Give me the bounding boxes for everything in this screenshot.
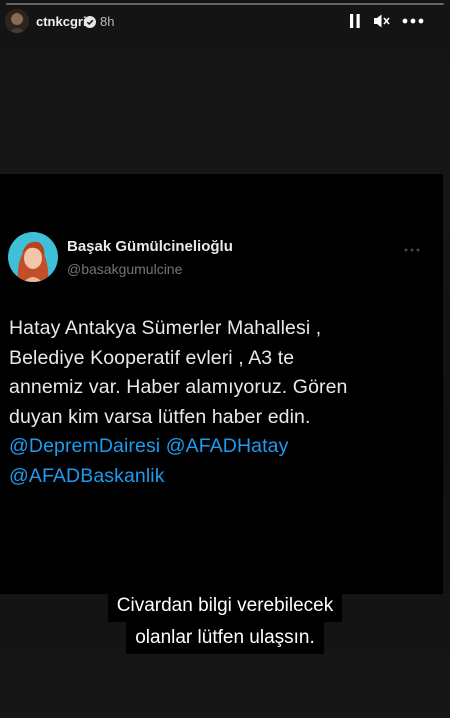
tweet-author-avatar [8,232,58,282]
verified-badge-icon [84,15,96,28]
story-caption: Civardan bilgi verebilecek olanlar lütfe… [75,590,375,654]
pause-icon[interactable] [346,13,364,29]
mention-link: @AFADBaskanlik [9,464,165,487]
tweet-text-line: Belediye Kooperatif evleri , A3 te [9,346,295,369]
caption-line-2: olanlar lütfen ulaşsın. [126,622,324,654]
tweet-screenshot: Başak Gümülcinelioğlu @basakgumulcine Ha… [0,174,443,594]
user-avatar[interactable] [5,9,29,33]
story-progress-bar [6,3,444,5]
caption-line-1: Civardan bilgi verebilecek [107,590,343,622]
speaker-muted-icon[interactable] [373,13,391,29]
more-horizontal-icon[interactable] [402,13,424,29]
tweet-text-line: annemiz var. Haber alamıyoruz. Gören [9,376,348,398]
tweet-text-line: Hatay Antakya Sümerler Mahallesi , [9,317,322,339]
tweet-author-name: Başak Gümülcinelioğlu [67,238,233,255]
mention-link: @AFADHatay [165,435,289,457]
tweet-text-line: duyan kim varsa lütfen haber edin. [9,405,311,428]
mention-link: @DepremDairesi [9,435,161,457]
story-timestamp: 8h [100,14,115,29]
story-header: ctnkcgri 8h [0,6,450,36]
story-username[interactable]: ctnkcgri [36,14,87,29]
tweet-text: Hatay Antakya Sümerler Mahallesi , Beled… [9,314,429,491]
tweet-more-icon [404,240,420,252]
tweet-author-handle: @basakgumulcine [67,261,183,277]
